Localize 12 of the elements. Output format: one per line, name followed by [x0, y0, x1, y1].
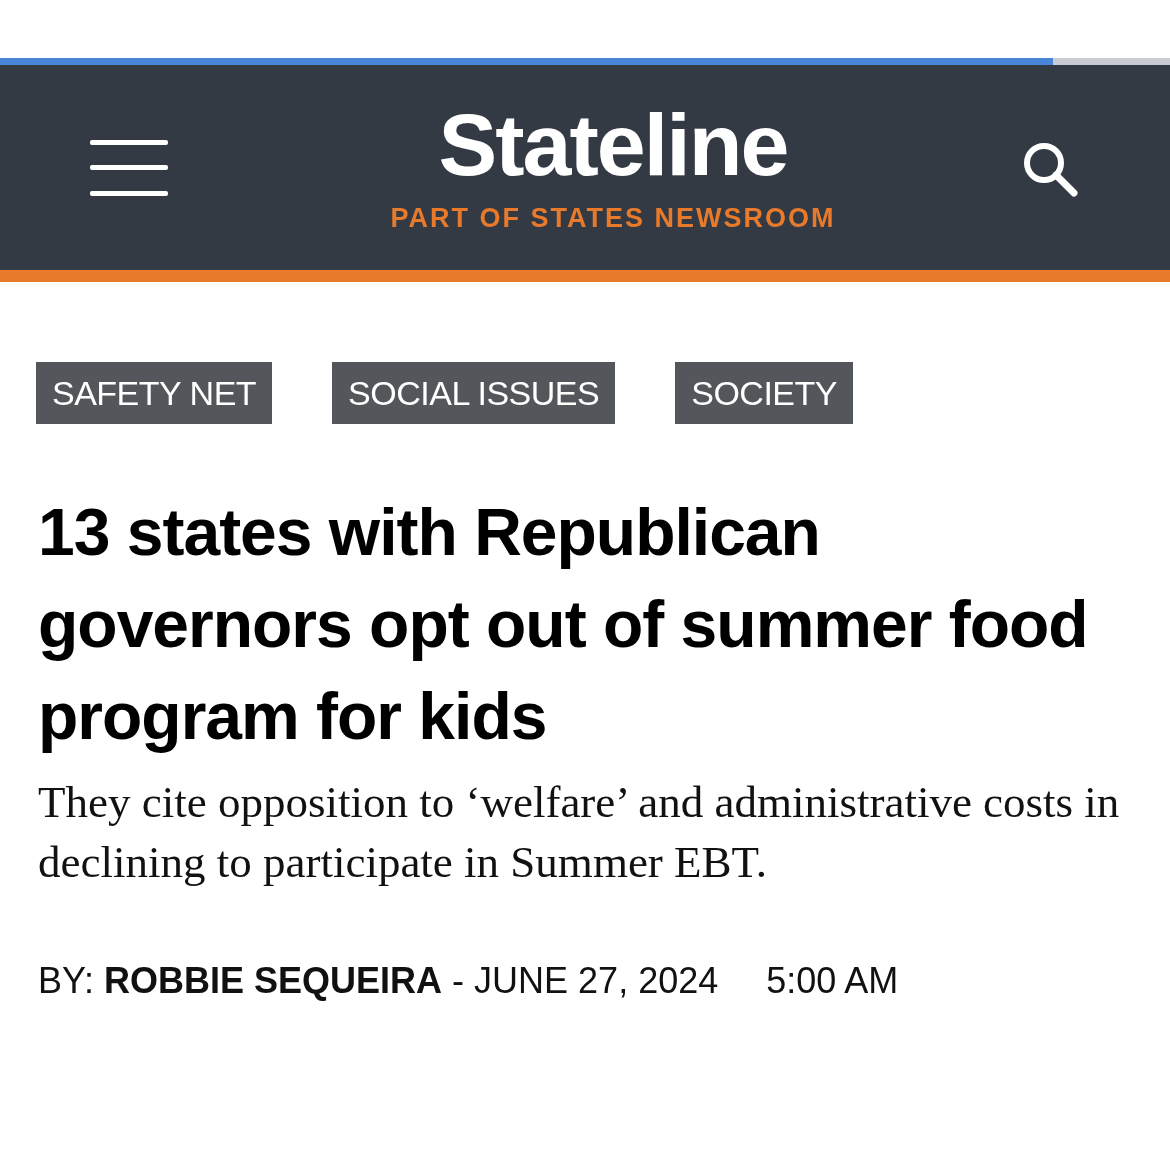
byline-label: BY: [38, 960, 95, 1002]
category-tag[interactable]: SOCIAL ISSUES [332, 362, 616, 424]
menu-icon[interactable] [90, 139, 168, 196]
site-logo[interactable]: Stateline [438, 101, 788, 189]
subheadline: They cite opposition to ‘welfare’ and administrative costs in declining to participate in Summer EBT. [38, 776, 1121, 889]
tagline: PART OF STATES NEWSROOM [390, 203, 836, 234]
publish-date: - JUNE 27, 2024 [452, 960, 719, 1002]
category-tag[interactable]: SAFETY NET [36, 362, 273, 424]
category-tag[interactable]: SOCIETY [675, 362, 853, 424]
headline: 13 states with Republican governors opt out of summer food program for kids [38, 494, 1089, 755]
publish-time: 5:00 AM [766, 960, 899, 1002]
author-name[interactable]: ROBBIE SEQUEIRA [104, 960, 443, 1002]
